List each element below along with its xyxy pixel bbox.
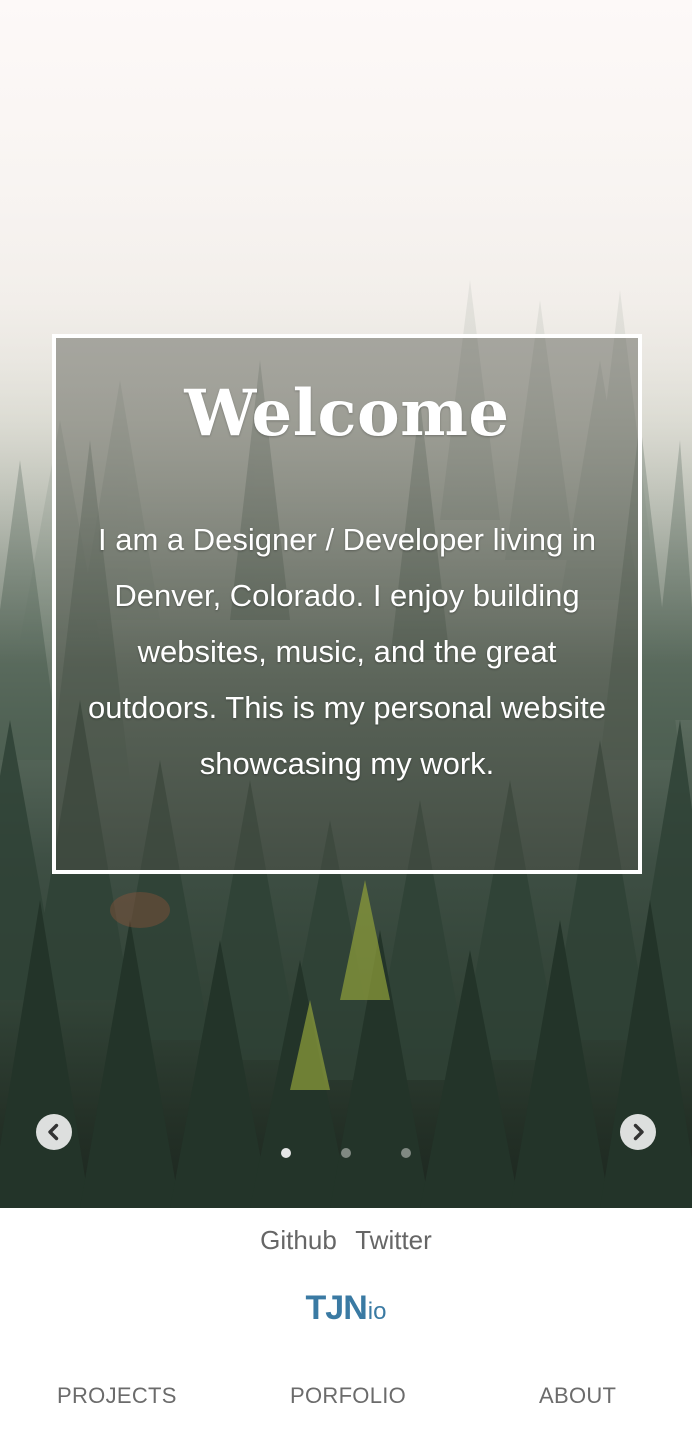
logo-suffix-text: io [367, 1298, 387, 1325]
logo-main-text: TJN [305, 1289, 368, 1327]
bottom-nav: PROJECTS PORFOLIO ABOUT [0, 1378, 692, 1414]
nav-about[interactable]: ABOUT [539, 1378, 616, 1414]
twitter-link[interactable]: Twitter [355, 1225, 432, 1255]
welcome-title: Welcome [184, 376, 510, 451]
chevron-left-icon [48, 1123, 59, 1141]
welcome-description: I am a Designer / Developer living in De… [87, 522, 607, 781]
carousel-prev-button[interactable] [36, 1114, 72, 1150]
nav-projects[interactable]: PROJECTS [57, 1378, 177, 1414]
social-links: Github Twitter [0, 1222, 692, 1258]
carousel-indicators [0, 1148, 692, 1160]
github-link[interactable]: Github [260, 1225, 337, 1255]
chevron-right-icon [633, 1123, 644, 1141]
carousel-indicator-1[interactable] [281, 1148, 291, 1158]
welcome-card: Welcome I am a Designer / Developer livi… [52, 334, 642, 874]
hero-carousel: Welcome I am a Designer / Developer livi… [0, 0, 692, 1208]
nav-portfolio[interactable]: PORFOLIO [290, 1378, 406, 1414]
site-logo[interactable]: TJNio [0, 1286, 692, 1337]
carousel-next-button[interactable] [620, 1114, 656, 1150]
carousel-indicator-3[interactable] [401, 1148, 411, 1158]
carousel-indicator-2[interactable] [341, 1148, 351, 1158]
